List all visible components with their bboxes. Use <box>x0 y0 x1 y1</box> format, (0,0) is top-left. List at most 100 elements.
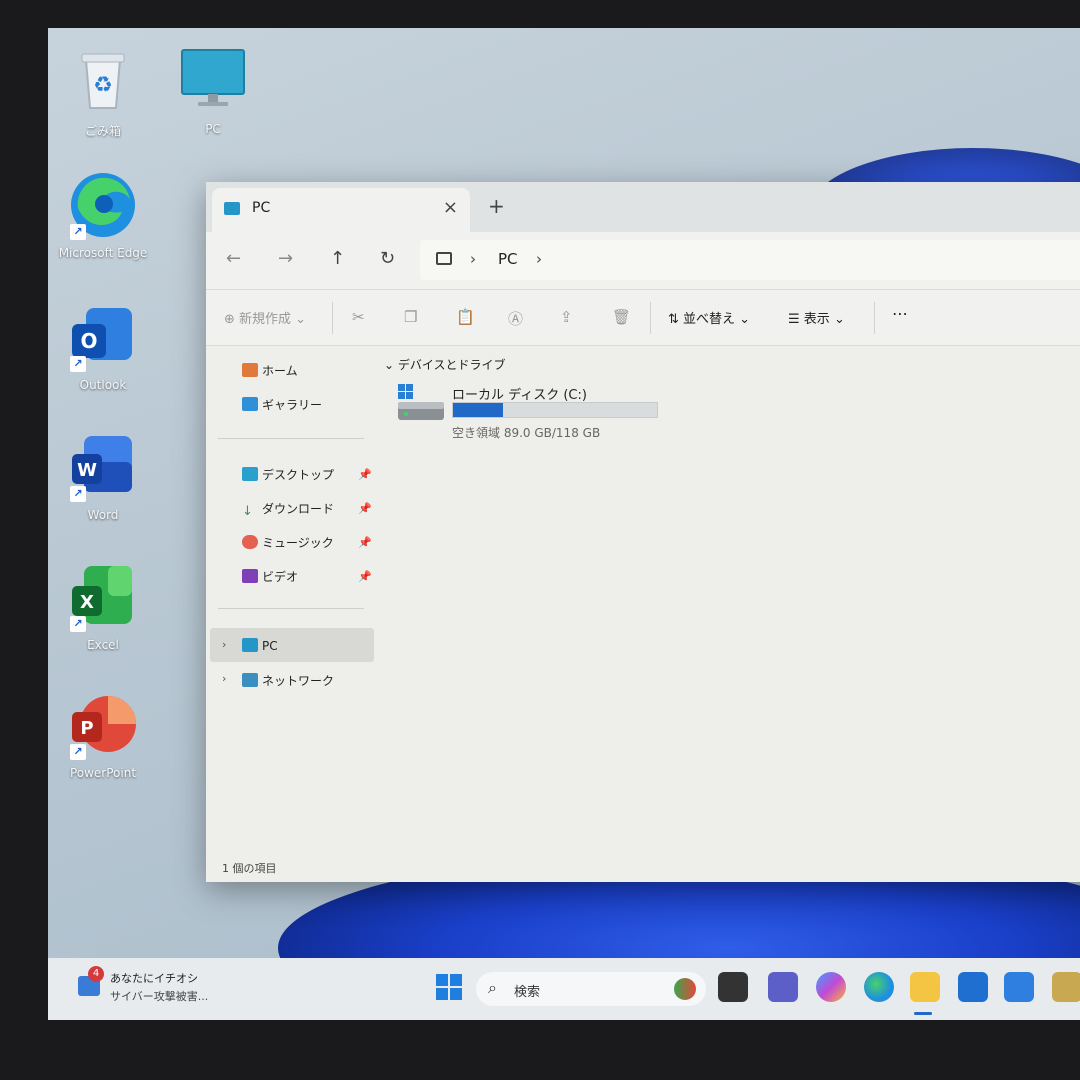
sidebar-item-music[interactable]: ミュージック <box>242 534 334 551</box>
command-bar: ⊕ 新規作成 ⌄ ✂ ❐ 📋 Ⓐ ⇪ 🗑 ⇅ 並べ替え ⌄ ☰ 表示 ⌄ ⋯ <box>206 290 1080 346</box>
desktop-icon-excel[interactable]: X ↗ Excel <box>48 562 158 652</box>
news-widget[interactable]: 4 あなたにイチオシ サイバー攻撃被害... <box>72 966 252 1010</box>
desktop-icon-pc[interactable]: PC <box>158 46 268 136</box>
edge-icon[interactable] <box>864 972 894 1002</box>
status-bar-text: 1 個の項目 <box>222 862 277 875</box>
taskbar: 4 あなたにイチオシ サイバー攻撃被害... ⌕ 検索 <box>48 958 1080 1020</box>
pin-icon[interactable]: 📌 <box>358 502 372 515</box>
desktop-icon-label: Excel <box>87 638 119 652</box>
shortcut-arrow-icon: ↗ <box>70 616 86 632</box>
shortcut-arrow-icon: ↗ <box>70 486 86 502</box>
file-list: ⌄ デバイスとドライブ ローカル ディスク (C:) 空き領域 89.0 GB/… <box>376 346 1080 846</box>
desktop-icon-label: Outlook <box>79 378 127 392</box>
sidebar-divider <box>218 608 364 609</box>
video-icon <box>242 569 258 583</box>
active-app-indicator <box>914 1012 932 1015</box>
desktop-icon-recycle-bin[interactable]: ♻ ごみ箱 <box>48 46 158 139</box>
sidebar-item-label: ギャラリー <box>262 398 323 412</box>
back-button[interactable]: ← <box>226 248 241 269</box>
desktop-icon-label: Word <box>87 508 119 522</box>
forward-button[interactable]: → <box>278 248 293 269</box>
sidebar-item-network[interactable]: ネットワーク <box>242 672 334 689</box>
sidebar-item-home[interactable]: ホーム <box>242 362 298 379</box>
search-icon: ⌕ <box>488 978 497 997</box>
news-subline: サイバー攻撃被害... <box>110 990 209 1003</box>
download-icon: ↓ <box>242 504 253 519</box>
address-bar[interactable]: › PC › <box>420 240 1080 280</box>
pin-icon[interactable]: 📌 <box>358 468 372 481</box>
toolbar-divider <box>650 302 651 334</box>
sidebar-item-label: デスクトップ <box>262 468 335 482</box>
start-button-icon[interactable] <box>434 972 464 1002</box>
view-button[interactable]: ☰ 表示 ⌄ <box>788 308 845 327</box>
app-icon[interactable] <box>1052 972 1080 1002</box>
view-button-label: 表示 <box>803 312 830 327</box>
desktop-icon-outlook[interactable]: O ↗ Outlook <box>48 302 158 392</box>
task-view-icon[interactable] <box>718 972 748 1002</box>
search-label: 検索 <box>514 985 541 1000</box>
toolbar-divider <box>332 302 333 334</box>
sidebar-item-desktop[interactable]: デスクトップ <box>242 466 334 483</box>
desktop-icon-label: PowerPoint <box>69 766 137 780</box>
sidebar-item-gallery[interactable]: ギャラリー <box>242 396 322 413</box>
desktop-icon-powerpoint[interactable]: P ↗ PowerPoint <box>48 690 158 780</box>
new-tab-button[interactable]: + <box>488 194 505 218</box>
up-button[interactable]: ↑ <box>330 248 345 269</box>
paste-icon[interactable]: 📋 <box>456 308 475 326</box>
svg-text:O: O <box>80 329 97 353</box>
copilot-icon[interactable] <box>816 972 846 1002</box>
more-options-button[interactable]: ⋯ <box>892 304 908 323</box>
copy-icon[interactable]: ❐ <box>404 308 417 326</box>
new-button[interactable]: ⊕ 新規作成 ⌄ <box>224 308 306 327</box>
drive-item-c[interactable]: ローカル ディスク (C:) 空き領域 89.0 GB/118 GB <box>396 382 696 442</box>
pin-icon[interactable]: 📌 <box>358 570 372 583</box>
home-icon <box>242 363 258 377</box>
sidebar-item-label: ミュージック <box>262 536 334 550</box>
svg-text:P: P <box>80 718 93 739</box>
file-explorer-icon[interactable] <box>910 972 940 1002</box>
outlook-icon[interactable] <box>1004 972 1034 1002</box>
svg-text:W: W <box>77 460 97 481</box>
chevron-right-icon[interactable]: › <box>222 672 226 685</box>
breadcrumb-separator[interactable]: › <box>536 250 542 268</box>
teams-icon[interactable] <box>768 972 798 1002</box>
sidebar-divider <box>218 438 364 439</box>
sidebar-item-label: ネットワーク <box>262 674 335 688</box>
desktop-icon-label: ごみ箱 <box>84 124 121 138</box>
monitor-icon <box>436 252 452 265</box>
group-header[interactable]: ⌄ デバイスとドライブ <box>384 356 506 373</box>
drive-free-space: 空き領域 89.0 GB/118 GB <box>452 426 601 440</box>
breadcrumb-pc[interactable]: PC <box>498 250 518 268</box>
chevron-right-icon[interactable]: › <box>222 638 226 651</box>
desktop-icon-word[interactable]: W ↗ Word <box>48 432 158 522</box>
sidebar-item-label: ダウンロード <box>262 502 335 516</box>
tab-pc[interactable]: PC × <box>212 188 470 232</box>
navigation-bar: ← → ↑ ↻ › PC › <box>206 232 1080 290</box>
navigation-pane: ホーム ギャラリー デスクトップ 📌 ↓ ダウンロード 📌 ミュージック 📌 ビデ… <box>206 346 374 846</box>
desktop-icon-label: Microsoft Edge <box>58 246 148 260</box>
sidebar-item-label: ホーム <box>262 364 298 378</box>
drive-usage-fill <box>453 403 504 417</box>
file-explorer-window: PC × + ← → ↑ ↻ › PC › ⊕ 新規作成 ⌄ ✂ ❐ 📋 Ⓐ ⇪ <box>206 182 1080 882</box>
sidebar-item-label: PC <box>262 639 278 653</box>
desktop-icon-edge[interactable]: ↗ Microsoft Edge <box>48 170 158 260</box>
cut-icon[interactable]: ✂ <box>352 308 365 326</box>
sort-button[interactable]: ⇅ 並べ替え ⌄ <box>668 308 750 327</box>
delete-icon[interactable]: 🗑 <box>612 308 631 326</box>
share-icon[interactable]: ⇪ <box>560 308 573 326</box>
refresh-button[interactable]: ↻ <box>380 248 395 269</box>
sidebar-item-downloads[interactable]: ↓ ダウンロード <box>242 500 335 519</box>
shortcut-arrow-icon: ↗ <box>70 744 86 760</box>
svg-text:♻: ♻ <box>93 73 113 98</box>
taskbar-search-box[interactable]: ⌕ 検索 <box>476 972 706 1006</box>
drive-name: ローカル ディスク (C:) <box>452 388 587 403</box>
desktop-icon-label: PC <box>205 122 221 136</box>
sidebar-item-pc[interactable]: PC <box>242 638 278 653</box>
pin-icon[interactable]: 📌 <box>358 536 372 549</box>
sidebar-item-videos[interactable]: ビデオ <box>242 568 298 585</box>
close-tab-button[interactable]: × <box>443 197 458 218</box>
store-icon[interactable] <box>958 972 988 1002</box>
monitor-icon <box>242 638 258 652</box>
drive-usage-bar <box>452 402 658 418</box>
rename-icon[interactable]: Ⓐ <box>508 308 523 329</box>
